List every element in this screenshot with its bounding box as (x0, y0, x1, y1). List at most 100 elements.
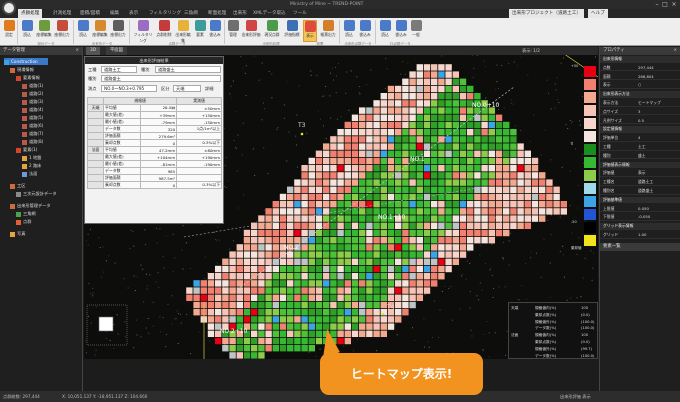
view-cube-icon[interactable] (86, 304, 128, 346)
minimize-button[interactable]: – (653, 1, 661, 8)
tab-tin[interactable]: 三角網 (181, 9, 201, 18)
maximize-button[interactable]: □ (661, 1, 669, 8)
tree-item[interactable]: 2 路床 (22, 162, 41, 169)
tab-plan[interactable]: 平面図 (106, 47, 127, 55)
tab-area[interactable]: 面積/図積 (77, 9, 103, 18)
evaluation-index-button[interactable]: 評価指標 (283, 20, 301, 42)
design-edit-button[interactable]: 座標編集 (36, 20, 52, 42)
property-row[interactable]: 点サイズ 3 (600, 109, 680, 116)
heatmap-cell (294, 337, 301, 345)
property-row[interactable]: グリッド 1.00 (600, 232, 680, 239)
asbuilt-cloud-load-button[interactable]: 読込 (342, 20, 356, 42)
tree-item[interactable]: 要素(1) (16, 146, 37, 153)
tab-section[interactable]: 断面処理 (205, 9, 229, 18)
tree-item[interactable]: 道路(2) (22, 90, 43, 97)
heatmap-cell (416, 208, 423, 215)
property-row[interactable]: 種別 盛土 (600, 153, 680, 160)
tab-project[interactable]: 出来形プロジェクト（道路土工） (509, 9, 584, 18)
close-icon[interactable]: × (673, 47, 677, 55)
tree-item[interactable]: 道路(3) (22, 98, 43, 105)
type-select[interactable]: 道路盛土 (101, 75, 221, 82)
tree-item[interactable]: 要素情報 (16, 74, 40, 81)
tree-item-construction[interactable]: Construction (4, 58, 48, 65)
asbuilt-edit-button[interactable]: 座標編集 (92, 20, 108, 42)
heatmap-cell (229, 273, 236, 280)
property-row[interactable]: 評価単位 4 (600, 135, 680, 142)
property-row[interactable]: 種別名 道路盛土 (600, 188, 680, 195)
tree-item[interactable]: 道路(1) (22, 82, 43, 89)
tree-item[interactable]: 三次元設計データ (16, 190, 57, 197)
asbuilt-cloud-write-button[interactable]: 書込み (358, 20, 372, 42)
tree-item[interactable]: 点群 (16, 218, 31, 225)
tab-view[interactable]: 表示 (126, 9, 141, 18)
heatmap-cell (438, 265, 445, 273)
heatmap-cell (243, 273, 251, 280)
heatmap-cell (474, 129, 481, 136)
heatmap-cell (474, 150, 481, 157)
station-range-field[interactable]: NO.0～NO.3+0.795 (101, 85, 157, 92)
general-button[interactable]: 一般 (410, 20, 422, 42)
tree-item[interactable]: 法面 (22, 170, 37, 177)
delete-points-button[interactable]: 点群削除 (156, 20, 172, 42)
element-button[interactable]: 要素 (194, 20, 206, 42)
property-row[interactable]: 表示方法 ヒートマップ (600, 100, 680, 107)
heatmap-cell (481, 150, 488, 157)
tree-item[interactable]: 道路(4) (22, 106, 43, 113)
tab-as-built[interactable]: 出来形 (230, 9, 250, 18)
tree-item[interactable]: 道路(7) (22, 130, 43, 137)
app-logo-icon[interactable] (2, 1, 16, 15)
heatmap-cell (359, 114, 366, 121)
manage-button[interactable]: 管理 (227, 20, 239, 42)
tree-item[interactable]: 工区 (10, 182, 25, 189)
property-row[interactable]: 下限値 -0.050 (600, 214, 680, 221)
tree-item[interactable]: 三角網 (16, 210, 36, 217)
tree-item[interactable]: 現場情報 (10, 66, 34, 73)
tab-help[interactable]: ヘルプ (588, 9, 608, 18)
asbuilt-load-button[interactable]: 読込 (76, 20, 90, 42)
close-icon[interactable]: × (75, 47, 79, 55)
property-row[interactable]: 工種 土工 (600, 144, 680, 151)
property-row[interactable]: 凡例サイズ 0.5 (600, 118, 680, 125)
heatmap-cell (438, 150, 445, 157)
ts-cloud-write-button[interactable]: 書込み (394, 20, 408, 42)
detail-button[interactable]: 詳細 (205, 85, 213, 92)
settings-button[interactable]: 設定 (3, 20, 15, 42)
close-button[interactable]: × (670, 1, 678, 8)
report-output-button[interactable]: 帳票出力 (319, 20, 337, 42)
property-row[interactable]: 評価値 表示 (600, 170, 680, 177)
design-output-button[interactable]: 座標出力 (54, 20, 70, 42)
property-row[interactable]: 面積 268,804 (600, 74, 680, 81)
asbuilt-output-button[interactable]: 座標出力 (110, 20, 126, 42)
property-row[interactable]: 上限値 0.050 (600, 206, 680, 213)
property-row[interactable]: 点数 297,444 (600, 65, 680, 72)
tab-edit[interactable]: 編集 (107, 9, 122, 18)
heatmap-cell (495, 222, 503, 229)
tab-xml-import[interactable]: XMLデータ取込 (250, 9, 289, 18)
tab-measure[interactable]: 計測処理 (50, 9, 74, 18)
tree-item[interactable]: 出来形管理データ (10, 202, 51, 209)
tab-filter[interactable]: フィルタリング (146, 9, 184, 18)
property-row[interactable]: 工種名 道路土工 (600, 179, 680, 186)
tab-point-cloud[interactable]: 点群処理 (18, 9, 43, 18)
tab-3d[interactable]: 3D (86, 47, 101, 55)
ts-cloud-load-button[interactable]: 読込 (378, 20, 392, 42)
tab-tools[interactable]: ツール (290, 9, 310, 18)
tree-item[interactable]: 道路(5) (22, 114, 43, 121)
asbuilt-process-button[interactable]: 出来形編集 (174, 20, 192, 43)
tree-item[interactable]: 1 地盤 (22, 154, 41, 161)
display-button[interactable]: 表示 (303, 20, 317, 42)
write-button[interactable]: 書込み (208, 20, 222, 42)
filter-button[interactable]: フィルタリング (132, 20, 154, 43)
property-row[interactable]: 表示 ○ (600, 82, 680, 89)
view-scale[interactable]: 表示: 1/2 (522, 48, 540, 54)
asbuilt-evaluate-button[interactable]: 出来形評価 (241, 20, 261, 42)
current-cloud-button[interactable]: 現況点群 (263, 20, 281, 42)
tree-item[interactable]: 道路(6) (22, 122, 43, 129)
design-load-button[interactable]: 読込 (20, 20, 34, 42)
work-type-field[interactable]: 道路土工 (101, 66, 137, 73)
section-field[interactable]: 天端 (173, 85, 201, 92)
tree-item[interactable]: 写真 (10, 230, 25, 237)
heatmap-cell (337, 273, 344, 280)
category-field[interactable]: 道路盛土 (155, 66, 221, 73)
tree-item[interactable]: 道路(8) (22, 138, 43, 145)
